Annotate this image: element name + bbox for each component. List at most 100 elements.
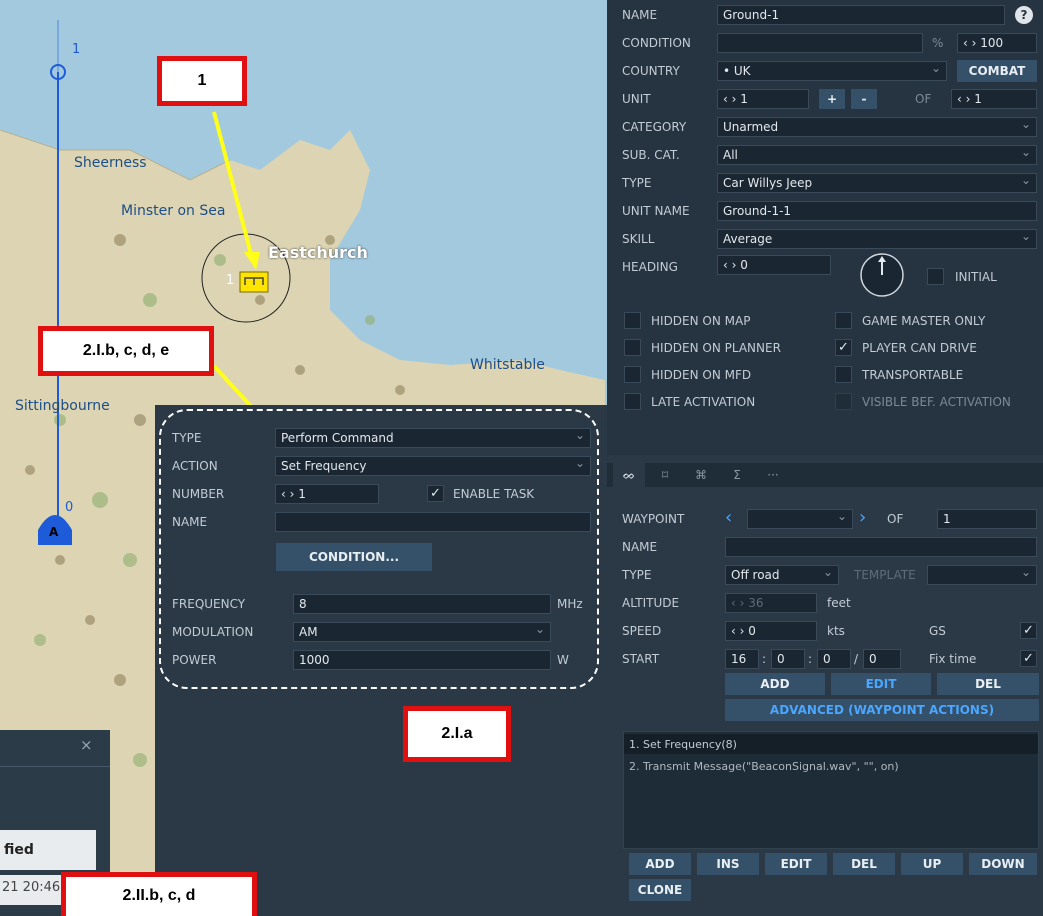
list-up-button[interactable]: UP [901,853,963,875]
category-label: CATEGORY [622,120,687,134]
unitname-label: UNIT NAME [622,204,690,218]
template-select[interactable] [927,565,1037,585]
altitude-field[interactable]: ‹ › 36 [725,593,817,613]
action-panel: TYPE Perform Command ACTION Set Frequenc… [155,405,607,916]
hidden-planner-label: HIDDEN ON PLANNER [651,341,781,355]
help-icon[interactable]: ? [1015,6,1033,24]
tab-route[interactable]: ᨖ [613,463,645,487]
actions-list[interactable]: 1. Set Frequency(8) 2. Transmit Message(… [623,731,1039,849]
unit-label: UNIT [622,92,651,106]
list-add-button[interactable]: ADD [629,853,691,875]
unit-plus-button[interactable]: + [819,89,845,109]
waypoint-prev-icon[interactable]: ‹ [725,507,732,528]
gs-checkbox[interactable]: ✓ [1020,622,1037,639]
callout-4: 2.II.b, c, d [61,872,257,916]
waypoint-next-icon[interactable]: › [859,507,866,528]
heading-field[interactable]: ‹ › 0 [717,255,831,275]
unit-field[interactable]: ‹ › 1 [717,89,809,109]
template-label: TEMPLATE [854,568,916,582]
tab-more[interactable]: ··· [757,463,789,487]
hidden-mfd-checkbox[interactable] [624,366,641,383]
name-field[interactable]: Ground-1 [717,5,1005,25]
place-minster: Minster on Sea [121,203,226,219]
condition-label: CONDITION [622,36,691,50]
speed-unit: kts [827,624,845,638]
waypoint-label: WAYPOINT [622,512,685,526]
heading-label: HEADING [622,260,678,274]
place-sheerness: Sheerness [74,155,147,171]
route-waypoint-top-label: 1 [72,42,81,57]
condition-pct-field[interactable]: ‹ › 100 [957,33,1037,53]
dialog-divider [0,766,110,767]
dialog-timestamp: 21 20:46 [2,880,61,895]
speed-field[interactable]: ‹ › 0 [725,621,817,641]
start-day-field[interactable]: 0 [863,649,901,669]
callout-3: 2.I.a [403,706,511,762]
hidden-map-checkbox[interactable] [624,312,641,329]
unit-panel: NAME Ground-1 ? CONDITION % ‹ › 100 COUN… [607,0,1043,916]
visible-before-label: VISIBLE BEF. ACTIVATION [862,395,1011,409]
late-activation-checkbox[interactable] [624,393,641,410]
start-seconds-field[interactable]: 0 [817,649,851,669]
fix-time-checkbox[interactable]: ✓ [1020,650,1037,667]
type-label: TYPE [622,176,652,190]
transportable-checkbox[interactable] [835,366,852,383]
list-ins-button[interactable]: INS [697,853,759,875]
list-del-button[interactable]: DEL [833,853,895,875]
country-label: COUNTRY [622,64,680,78]
game-master-checkbox[interactable] [835,312,852,329]
subcat-select[interactable]: All [717,145,1037,165]
hidden-map-label: HIDDEN ON MAP [651,314,751,328]
highlight-dashed-outline [159,409,599,689]
initial-checkbox[interactable] [927,268,944,285]
altitude-unit: feet [827,596,851,610]
country-select[interactable]: • UK [717,61,947,81]
start-hours-field[interactable]: 16 [725,649,759,669]
visible-before-checkbox[interactable] [835,393,852,410]
type-select[interactable]: Car Willys Jeep [717,173,1037,193]
tab-payload[interactable]: ⌘ [685,463,717,487]
game-master-label: GAME MASTER ONLY [862,314,986,328]
category-select[interactable]: Unarmed [717,117,1037,137]
altitude-label: ALTITUDE [622,596,680,610]
player-drive-checkbox[interactable]: ✓ [835,339,852,356]
tab-summary[interactable]: Σ [721,463,753,487]
place-eastchurch: Eastchurch [268,243,368,262]
start-label: START [622,652,660,666]
transportable-label: TRANSPORTABLE [862,368,964,382]
start-minutes-field[interactable]: 0 [771,649,805,669]
heading-dial-icon[interactable] [859,252,905,298]
hidden-mfd-label: HIDDEN ON MFD [651,368,752,382]
tab-triggers[interactable]: ⌑ [649,463,681,487]
fix-time-label: Fix time [929,652,977,666]
gs-label: GS [929,624,946,638]
advanced-button[interactable]: ADVANCED (WAYPOINT ACTIONS) [725,699,1039,721]
dialog-column-header[interactable]: fied [0,830,96,870]
wp-name-field[interactable] [725,537,1037,557]
callout-2: 2.I.b, c, d, e [38,326,214,376]
wp-type-select[interactable]: Off road [725,565,839,585]
wp-edit-button[interactable]: EDIT [831,673,931,695]
combat-button[interactable]: COMBAT [957,60,1037,82]
skill-select[interactable]: Average [717,229,1037,249]
wp-del-button[interactable]: DEL [937,673,1039,695]
action-item-1[interactable]: 1. Set Frequency(8) [629,738,737,751]
list-edit-button[interactable]: EDIT [765,853,827,875]
condition-field[interactable] [717,33,923,53]
unit-of-field[interactable]: ‹ › 1 [951,89,1037,109]
route-section: ᨖ ⌑ ⌘ Σ ··· WAYPOINT ‹ › OF 1 NAME TYPE … [607,455,1043,916]
hidden-planner-checkbox[interactable] [624,339,641,356]
place-whitstable: Whitstable [470,357,545,373]
dialog-close-icon[interactable]: × [80,736,93,754]
waypoint-select[interactable] [747,509,853,529]
waypoint-of-label: OF [887,512,904,526]
unit-minus-button[interactable]: - [851,89,877,109]
late-activation-label: LATE ACTIVATION [651,395,756,409]
unitname-field[interactable]: Ground-1-1 [717,201,1037,221]
action-item-2[interactable]: 2. Transmit Message("BeaconSignal.wav", … [629,760,899,773]
list-clone-button[interactable]: CLONE [629,879,691,901]
waypoint-of-field[interactable]: 1 [937,509,1037,529]
speed-label: SPEED [622,624,662,638]
wp-add-button[interactable]: ADD [725,673,825,695]
list-down-button[interactable]: DOWN [969,853,1037,875]
